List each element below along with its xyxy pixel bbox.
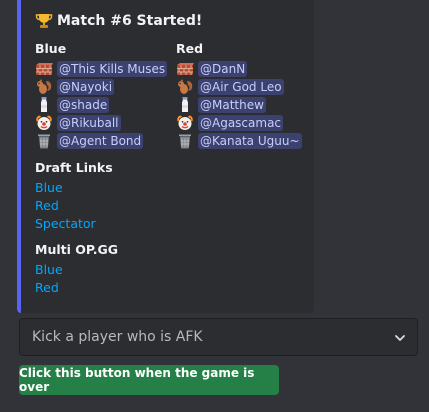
player-mention[interactable]: @Agent Bond [57,133,144,149]
player-mention[interactable]: @Rikuball [57,115,121,131]
opgg-link-blue[interactable]: Blue [35,262,63,277]
team-blue-column: Blue @This Kills Muses @Nayoki @shade @R… [35,41,168,150]
team-blue-player-row: @Rikuball [35,114,167,132]
team-red-player-row: @Air God Leo [176,78,302,96]
team-red-column: Red @DanN @Air God Leo @Matthew @Agascam… [176,41,302,150]
team-red-player-row: @Kanata Uguu~ [176,132,302,150]
embed-title: Match #6 Started! [35,12,202,30]
team-red-player-row: @DanN [176,60,302,78]
team-red-player-row: @Agascamac [176,114,302,132]
player-mention[interactable]: @Matthew [198,97,266,113]
player-mention[interactable]: @Agascamac [198,115,284,131]
team-red-header: Red [176,41,204,56]
clown-face-icon [176,115,194,131]
player-mention[interactable]: @This Kills Muses [57,61,168,77]
embed-title-text: Match #6 Started! [57,13,203,29]
game-over-button[interactable]: Click this button when the game is over [19,365,279,395]
player-mention[interactable]: @Nayoki [57,79,115,95]
opgg-link-red[interactable]: Red [35,280,59,295]
team-blue-player-row: @shade [35,96,167,114]
draft-link-blue[interactable]: Blue [35,180,63,195]
chevron-down-icon [395,335,405,341]
milk-bottle-icon [176,97,194,113]
squirrel-icon [35,79,53,95]
brick-icon [176,61,194,77]
player-mention[interactable]: @DanN [198,61,248,77]
kick-player-select[interactable]: Kick a player who is AFK [19,318,418,356]
team-blue-player-row: @Nayoki [35,78,167,96]
select-placeholder: Kick a player who is AFK [32,329,203,345]
wastebasket-icon [35,133,53,149]
player-mention[interactable]: @shade [57,97,110,113]
player-mention[interactable]: @Air God Leo [198,79,284,95]
draft-link-red[interactable]: Red [35,198,59,213]
milk-bottle-icon [35,97,53,113]
squirrel-icon [176,79,194,95]
brick-icon [35,61,53,77]
trophy-icon [35,12,53,30]
team-blue-header: Blue [35,41,67,56]
match-embed: Match #6 Started! Blue @This Kills Muses… [17,0,314,313]
team-blue-player-row: @Agent Bond [35,132,167,150]
clown-face-icon [35,115,53,131]
team-blue-player-row: @This Kills Muses [35,60,168,78]
wastebasket-icon [176,133,194,149]
multi-opgg-title: Multi OP.GG [35,242,118,257]
draft-links-title: Draft Links [35,160,113,175]
team-red-player-row: @Matthew [176,96,302,114]
player-mention[interactable]: @Kanata Uguu~ [198,133,302,149]
draft-link-spectator[interactable]: Spectator [35,216,96,231]
